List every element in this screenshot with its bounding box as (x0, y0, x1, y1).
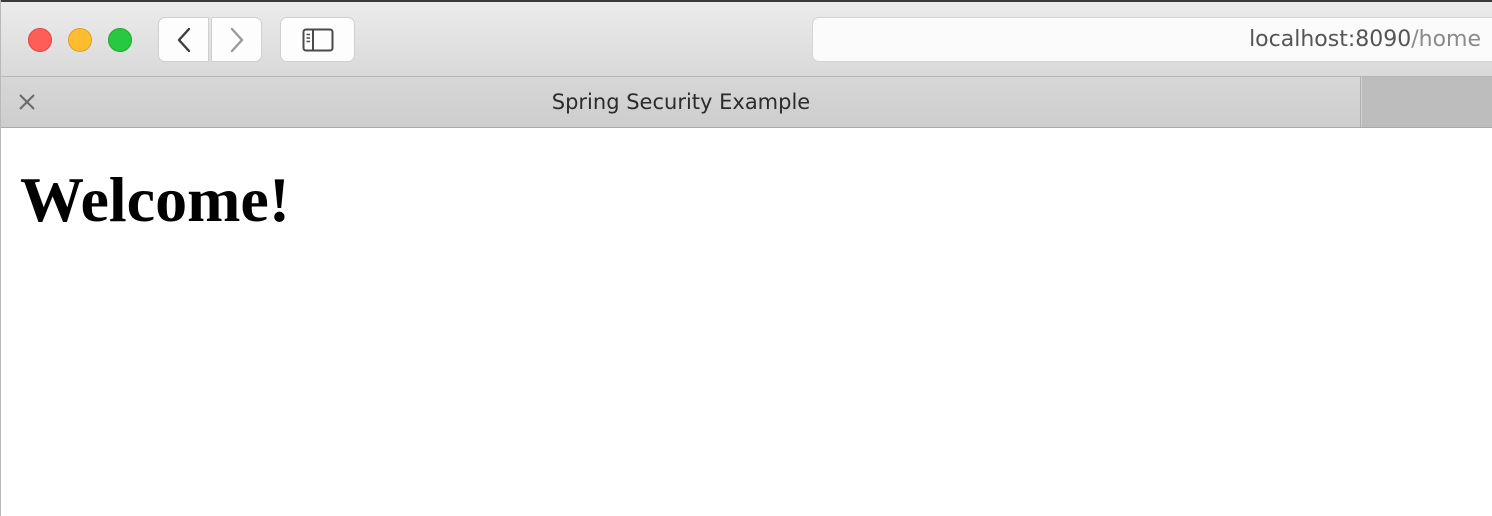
url-host: localhost:8090 (1249, 27, 1412, 52)
top-edge (1, 0, 1492, 2)
maximize-window-button[interactable] (108, 28, 132, 52)
chevron-right-icon (230, 27, 243, 52)
sidebar-icon (302, 28, 333, 51)
address-bar[interactable]: localhost:8090/home (812, 17, 1492, 62)
page-heading: Welcome! (20, 164, 291, 235)
forward-button[interactable] (211, 17, 262, 62)
url-text: localhost:8090/home (1249, 27, 1481, 52)
close-icon[interactable] (15, 90, 39, 114)
browser-window: localhost:8090/home Spring Security Exam… (0, 0, 1492, 516)
back-button[interactable] (158, 17, 209, 62)
minimize-window-button[interactable] (68, 28, 92, 52)
active-tab[interactable]: Spring Security Example (1, 77, 1361, 127)
page-content: Welcome! (1, 128, 1492, 516)
inactive-tab-area[interactable] (1362, 77, 1492, 127)
navigation-buttons (158, 17, 262, 62)
chevron-left-icon (177, 27, 190, 52)
tab-bar: Spring Security Example (1, 77, 1492, 128)
sidebar-toggle-button[interactable] (280, 17, 355, 62)
url-path: /home (1411, 27, 1481, 52)
tab-title: Spring Security Example (551, 90, 811, 114)
close-window-button[interactable] (28, 28, 52, 52)
browser-toolbar: localhost:8090/home (1, 0, 1492, 77)
